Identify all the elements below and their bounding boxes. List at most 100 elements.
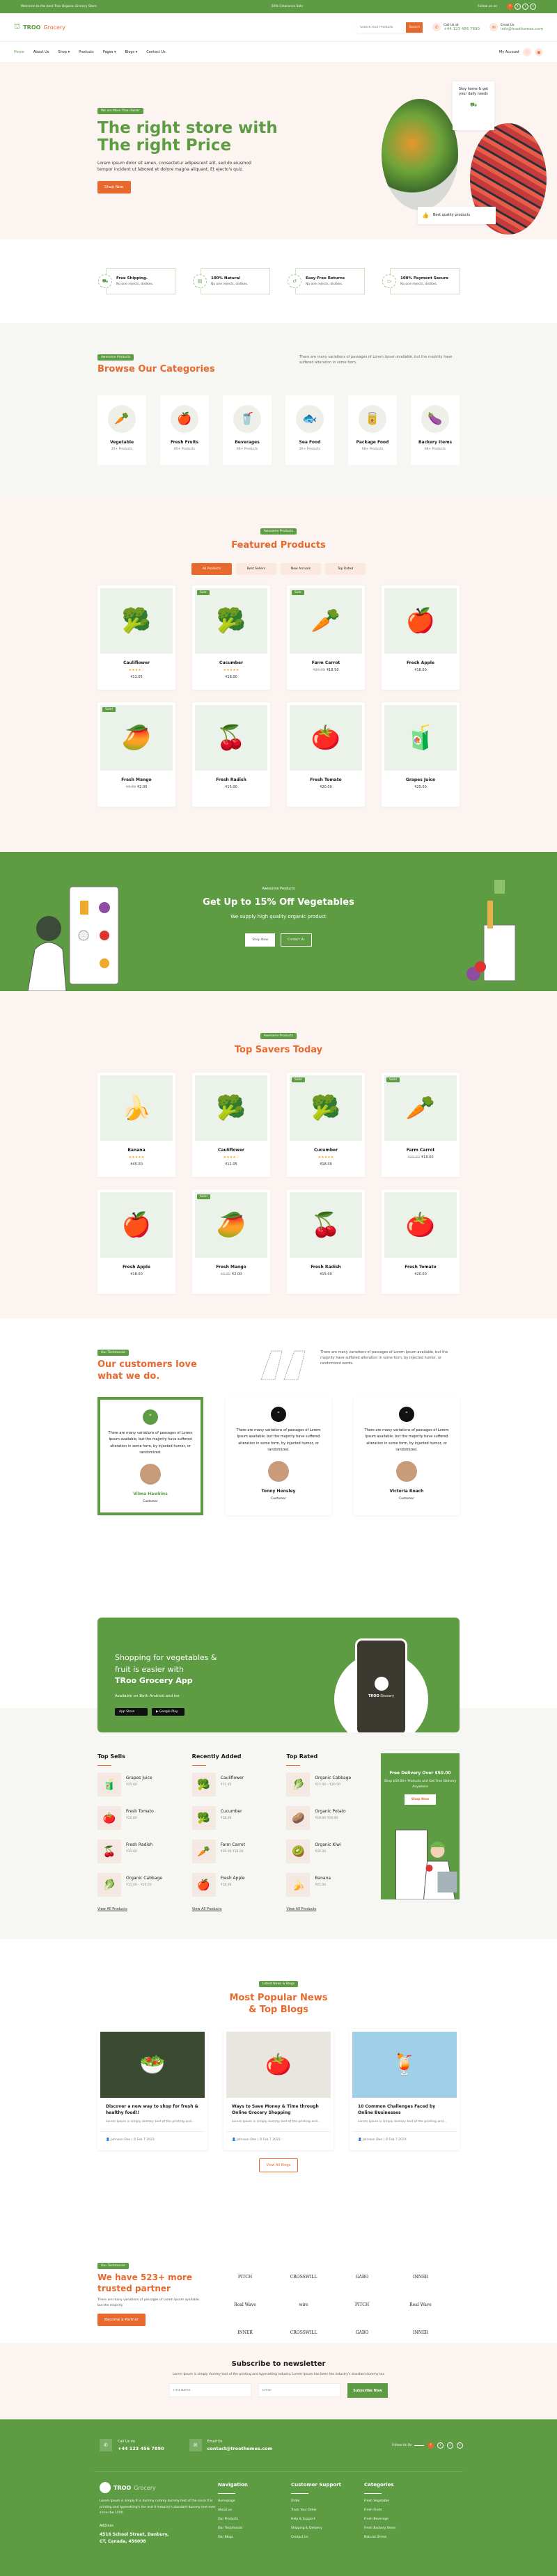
tab-all-products[interactable]: All Products [191,563,232,575]
footer-link[interactable]: Homepage [218,2499,291,2503]
product-card[interactable]: 🥭 Sale! Fresh Mango ₹3.00 ₹2.00 [192,1190,270,1294]
category-card[interactable]: 🐟 Sea Food 20+ Products [285,395,334,465]
product-card[interactable]: 🥦 Cauliflower ★★★★☆ ₹11.05 [97,585,175,690]
banner-shop-now-button[interactable]: Shop Now [245,933,275,947]
nav-pages[interactable]: Pages ▾ [103,50,116,54]
email-value[interactable]: info@troothemes.com [501,27,543,31]
partner-logo[interactable]: INNER [398,2318,443,2346]
product-card[interactable]: 🥦 Cauliflower ★★★★☆ ₹11.05 [192,1073,270,1177]
footer-link[interactable]: Our Blogs [218,2536,291,2539]
list-item[interactable]: 🍎 Fresh Apple ₹18.00 [191,1873,272,1897]
blog-title[interactable]: Discover a new way to shop for fresh & h… [100,2098,205,2117]
become-partner-button[interactable]: Become a Partner [97,2314,146,2327]
list-item[interactable]: 🥬 Organic Cabbage ₹15.00 – ₹20.00 [97,1873,178,1897]
twitter-icon[interactable]: t [437,2442,444,2449]
category-card[interactable]: 🍆 Backery Items 68+ Products [411,395,460,465]
list-item[interactable]: 🧃 Grapes Juice ₹25.00 [97,1773,178,1796]
footer-email-value[interactable]: contact@troothemes.com [207,2446,273,2451]
product-card[interactable]: 🥕 Sale! Farm Carrot ₹20.00 ₹18.00 [382,1073,460,1177]
search-button[interactable]: Search [406,22,423,33]
product-card[interactable]: 🥦 Sale! Cucumber ★★★★★ ₹18.00 [287,1073,365,1177]
footer-link[interactable]: Order [291,2499,364,2503]
twitter-icon[interactable]: t [457,2442,463,2449]
blog-title[interactable]: Ways to Save Money & Time through Online… [226,2098,331,2117]
footer-link[interactable]: Fresh Beverage [364,2518,437,2521]
partner-logo[interactable]: PITCH [340,2291,384,2318]
footer-logo[interactable]: TROO Grocery [100,2482,218,2493]
nav-home[interactable]: Home [14,50,24,54]
list-item[interactable]: 🥕 Farm Carrot ₹20.00 ₹18.00 [191,1840,272,1863]
list-item[interactable]: 🥦 Cucumber ₹18.00 [191,1806,272,1830]
first-name-input[interactable] [169,2383,252,2397]
partner-logo[interactable]: Real Wave [223,2291,267,2318]
product-card[interactable]: 🥕 Sale Farm Carrot ₹20.00 ₹18.50 [287,585,365,690]
view-all-products-link[interactable]: View All Products [97,1907,127,1911]
product-card[interactable]: 🍌 Banana ★★★★★ ₹45.00 [97,1073,175,1177]
product-card[interactable]: 🍅 Fresh Tomato ₹20.00 [382,1190,460,1294]
product-card[interactable]: 🍅 Fresh Tomato ₹20.00 [287,702,365,807]
nav-products[interactable]: Products [79,50,94,54]
list-item[interactable]: 🥦 Cauliflower ₹11.05 [191,1773,272,1796]
list-item[interactable]: 🍌 Banana ₹45.00 [286,1873,366,1897]
partner-logo[interactable]: GABO [340,2263,384,2291]
twitter-icon[interactable]: t [514,3,521,10]
product-card[interactable]: 🍎 Fresh Apple ₹18.00 [97,1190,175,1294]
partner-logo[interactable]: INNER [398,2263,443,2291]
app-store-button[interactable]: App Store [115,1707,148,1716]
tab-new-arrivals[interactable]: New Arrivals [281,563,321,575]
partner-logo[interactable]: CROSSWILL [281,2263,326,2291]
footer-link[interactable]: Natural Drinks [364,2536,437,2539]
footer-call-value[interactable]: +44 123 456 7890 [118,2446,164,2451]
footer-link[interactable]: Fresh Fruits [364,2508,437,2512]
view-all-products-link[interactable]: View All Products [192,1907,222,1911]
nav-shop[interactable]: Shop ▾ [58,50,70,54]
tab-best-sellers[interactable]: Best Sellers [236,563,276,575]
nav-contact[interactable]: Contact Us [146,50,165,54]
partner-logo[interactable]: GABO [340,2318,384,2346]
blog-card[interactable]: 🍹 10 Common Challenges Faced by Online Bu… [350,2028,460,2150]
footer-link[interactable]: Shipping & Delivery [291,2527,364,2530]
heart-icon[interactable]: ♡ [523,48,531,56]
view-all-products-link[interactable]: View All Products [286,1907,316,1911]
list-item[interactable]: 🍒 Fresh Radish ₹15.00 [97,1840,178,1863]
facebook-icon[interactable]: f [427,2442,434,2449]
email-input[interactable] [258,2383,341,2397]
banner-contact-button[interactable]: Contact Us [280,933,312,947]
cart-icon[interactable]: ▣ [535,48,543,56]
tab-top-rated[interactable]: Top Rated [325,563,366,575]
footer-link[interactable]: About us [218,2508,291,2512]
blog-card[interactable]: 🍅 Ways to Save Money & Time through Onlin… [223,2028,334,2150]
product-card[interactable]: 🍒 Fresh Radish ₹15.00 [287,1190,365,1294]
footer-link[interactable]: Fresh Vegetable [364,2499,437,2503]
logo[interactable]: ⛫ TROO Grocery [14,23,65,32]
partner-logo[interactable]: CROSSWILL [281,2318,326,2346]
google-play-button[interactable]: ▶ Google Play [152,1707,185,1716]
twitter-icon[interactable]: t [529,3,536,10]
delivery-shop-now-button[interactable]: Shop Now [404,1794,437,1805]
list-item[interactable]: 🥔 Organic Potato ₹18.00 ₹16.00 [286,1806,366,1830]
partner-logo[interactable]: wire [281,2291,326,2318]
nav-about[interactable]: About Us [33,50,49,54]
partner-logo[interactable]: PITCH [223,2263,267,2291]
list-item[interactable]: 🥝 Organic Kiwi ₹30.00 [286,1840,366,1863]
footer-link[interactable]: Contact Us [291,2536,364,2539]
footer-link[interactable]: Fresh Backery Items [364,2527,437,2530]
blog-card[interactable]: 🥗 Discover a new way to shop for fresh & … [97,2028,207,2150]
subscribe-button[interactable]: Subscribe Now [347,2383,388,2398]
view-all-blogs-button[interactable]: View All Blogs [258,2158,299,2172]
nav-blogs[interactable]: Blogs ▾ [125,50,138,54]
footer-link[interactable]: Our Testimonial [218,2527,291,2530]
facebook-icon[interactable]: f [506,3,513,10]
my-account-link[interactable]: My Account [499,50,519,54]
product-card[interactable]: 🥦 Sale Cucumber ★★★★★ ₹18.00 [192,585,270,690]
footer-link[interactable]: Our Products [218,2518,291,2521]
instagram-icon[interactable]: i [447,2442,453,2449]
category-card[interactable]: 🍎 Fresh Fruits 85+ Products [160,395,209,465]
footer-link[interactable]: Track Your Order [291,2508,364,2512]
blog-title[interactable]: 10 Common Challenges Faced by Online Bus… [352,2098,457,2117]
product-card[interactable]: 🍎 Fresh Apple ₹18.00 [382,585,460,690]
partner-logo[interactable]: INNER [223,2318,267,2346]
category-card[interactable]: 🥕 Vegetable 25+ Products [97,395,146,465]
call-value[interactable]: +44 123 456 7890 [444,27,480,31]
footer-link[interactable]: Help & Support [291,2518,364,2521]
